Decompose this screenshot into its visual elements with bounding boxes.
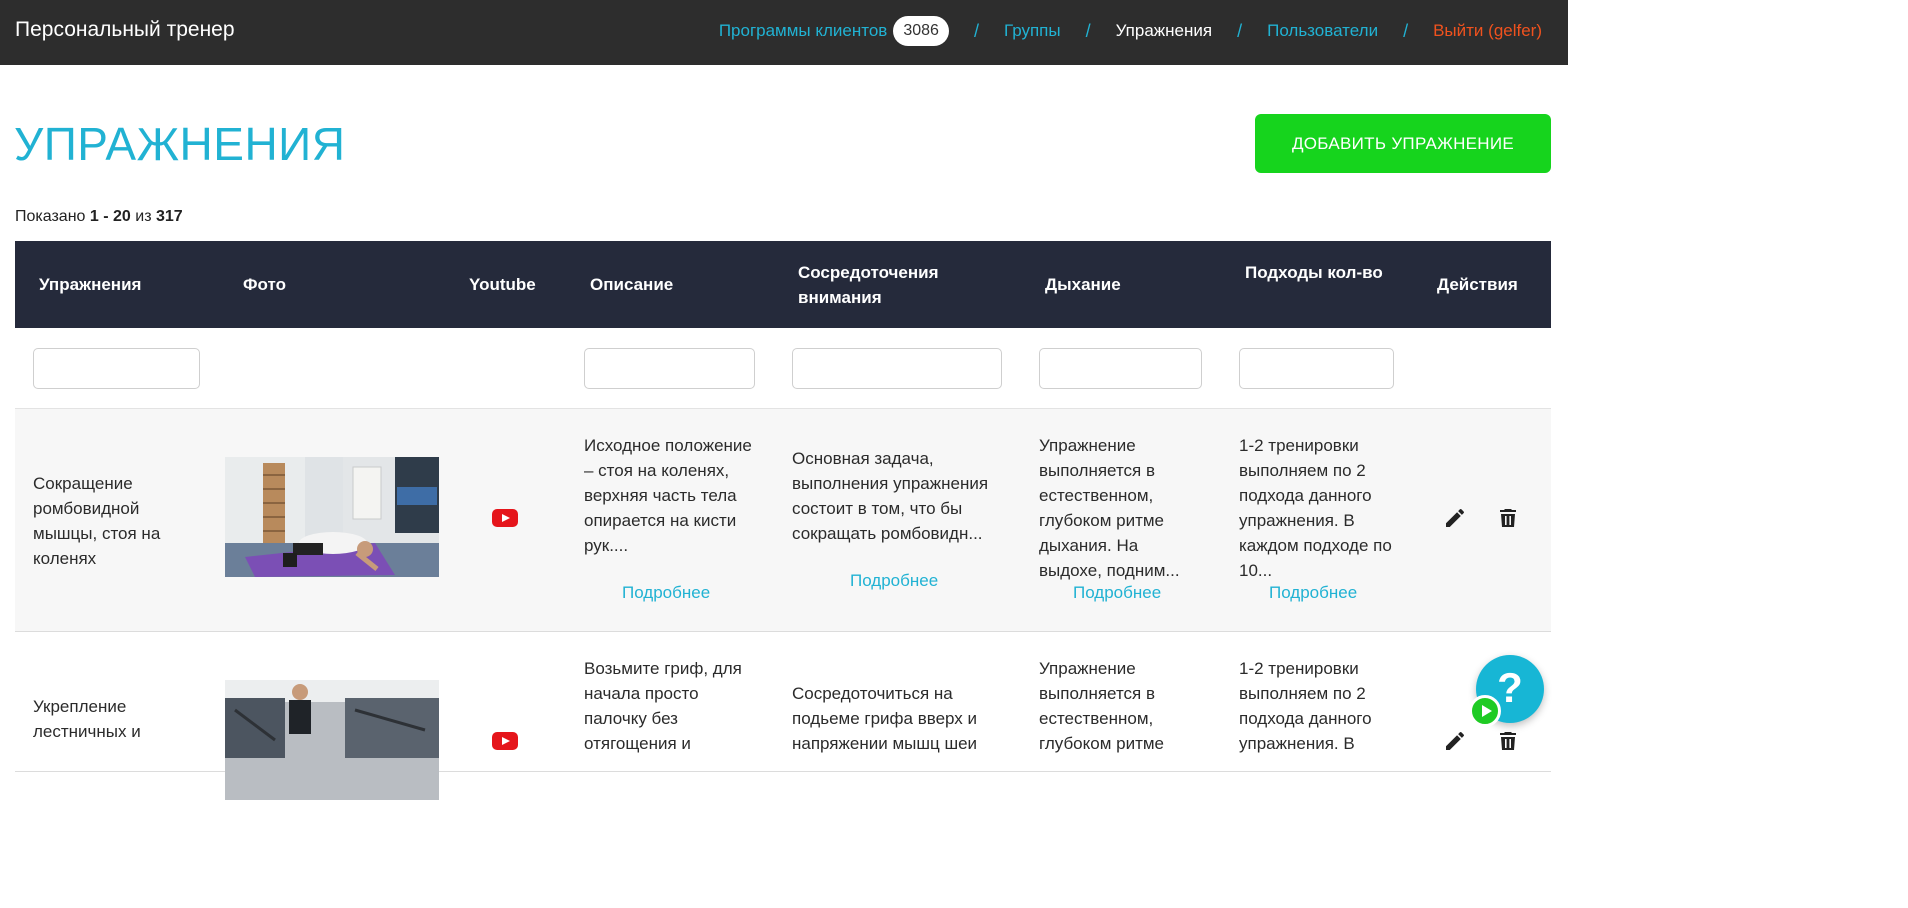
trash-icon[interactable]	[1496, 729, 1520, 753]
play-icon[interactable]	[1469, 695, 1501, 727]
column-header-exercise[interactable]: Упражнения	[39, 272, 141, 297]
exercise-focus: Основная задача, выполнения упражнения с…	[792, 449, 989, 543]
table-row: Укрепление лестничных и Возьмите гриф, д…	[15, 632, 1551, 800]
shown-of: из	[135, 208, 152, 225]
youtube-icon[interactable]	[492, 732, 518, 750]
column-header-breathing[interactable]: Дыхание	[1045, 272, 1121, 297]
filter-breathing-input[interactable]	[1039, 348, 1202, 389]
breathing-more-link[interactable]: Подробнее	[1073, 583, 1161, 603]
add-exercise-button[interactable]: ДОБАВИТЬ УПРАЖНЕНИЕ	[1255, 114, 1551, 173]
nav-logout[interactable]: Выйти (gelfer)	[1433, 21, 1542, 41]
nav-groups[interactable]: Группы	[1004, 21, 1061, 41]
column-header-photo: Фото	[243, 275, 286, 294]
exercise-name: Сокращение ромбовидной мышцы, стоя на ко…	[33, 474, 161, 568]
nav-separator: /	[1085, 20, 1091, 41]
programs-count-badge: 3086	[893, 16, 949, 46]
filter-description-input[interactable]	[584, 348, 755, 389]
pagination-summary: Показано 1 - 20 из 317	[15, 208, 183, 226]
exercise-photo-image	[225, 457, 439, 577]
shown-total: 317	[156, 208, 183, 225]
exercise-breathing: Упражнение выполняется в естественном, г…	[1039, 659, 1165, 753]
description-more-link[interactable]: Подробнее	[622, 583, 710, 603]
nav-users[interactable]: Пользователи	[1267, 21, 1378, 41]
trash-icon[interactable]	[1496, 506, 1520, 530]
pencil-icon[interactable]	[1443, 506, 1467, 530]
column-header-youtube: Youtube	[469, 275, 536, 294]
table-row: Сокращение ромбовидной мышцы, стоя на ко…	[15, 409, 1551, 632]
exercise-name: Укрепление лестничных и	[33, 697, 141, 741]
exercise-description: Исходное положение – стоя на коленях, ве…	[584, 436, 752, 555]
nav-separator: /	[973, 20, 979, 41]
exercise-photo[interactable]	[225, 680, 439, 800]
pencil-icon[interactable]	[1443, 729, 1467, 753]
top-navbar: Персональный тренер Программы клиентов 3…	[0, 0, 1568, 65]
filter-exercise-input[interactable]	[33, 348, 200, 389]
nav-separator: /	[1403, 20, 1409, 41]
exercise-description: Возьмите гриф, для начала просто палочку…	[584, 659, 742, 753]
page-title: УПРАЖНЕНИЯ	[14, 118, 346, 170]
filter-row	[15, 328, 1551, 409]
filter-sets-input[interactable]	[1239, 348, 1394, 389]
filter-focus-input[interactable]	[792, 348, 1002, 389]
column-header-sets[interactable]: Подходы кол-во	[1245, 260, 1385, 285]
exercise-photo-image	[225, 680, 439, 800]
sets-more-link[interactable]: Подробнее	[1269, 583, 1357, 603]
nav-separator: /	[1237, 20, 1243, 41]
youtube-icon[interactable]	[492, 509, 518, 527]
shown-range: 1 - 20	[89, 208, 131, 225]
focus-more-link[interactable]: Подробнее	[850, 571, 938, 591]
exercise-focus: Сосредоточиться на подьеме грифа вверх и…	[792, 684, 978, 753]
shown-prefix: Показано	[15, 208, 86, 225]
column-header-actions: Действия	[1437, 275, 1518, 294]
exercise-photo[interactable]	[225, 457, 439, 577]
main-nav: Программы клиентов 3086 / Группы / Упраж…	[719, 16, 1542, 46]
nav-exercises[interactable]: Упражнения	[1116, 21, 1212, 41]
exercise-sets: 1-2 тренировки выполняем по 2 подхода да…	[1239, 659, 1372, 753]
nav-client-programs[interactable]: Программы клиентов	[719, 21, 888, 41]
brand-title[interactable]: Персональный тренер	[15, 18, 235, 42]
exercise-sets: 1-2 тренировки выполняем по 2 подхода да…	[1239, 436, 1392, 580]
table-header: Упражнения Фото Youtube Описание Сосредо…	[15, 241, 1551, 328]
column-header-focus[interactable]: Сосредоточения внимания	[798, 260, 988, 310]
column-header-description[interactable]: Описание	[590, 272, 673, 297]
exercise-breathing: Упражнение выполняется в естественном, г…	[1039, 436, 1180, 580]
